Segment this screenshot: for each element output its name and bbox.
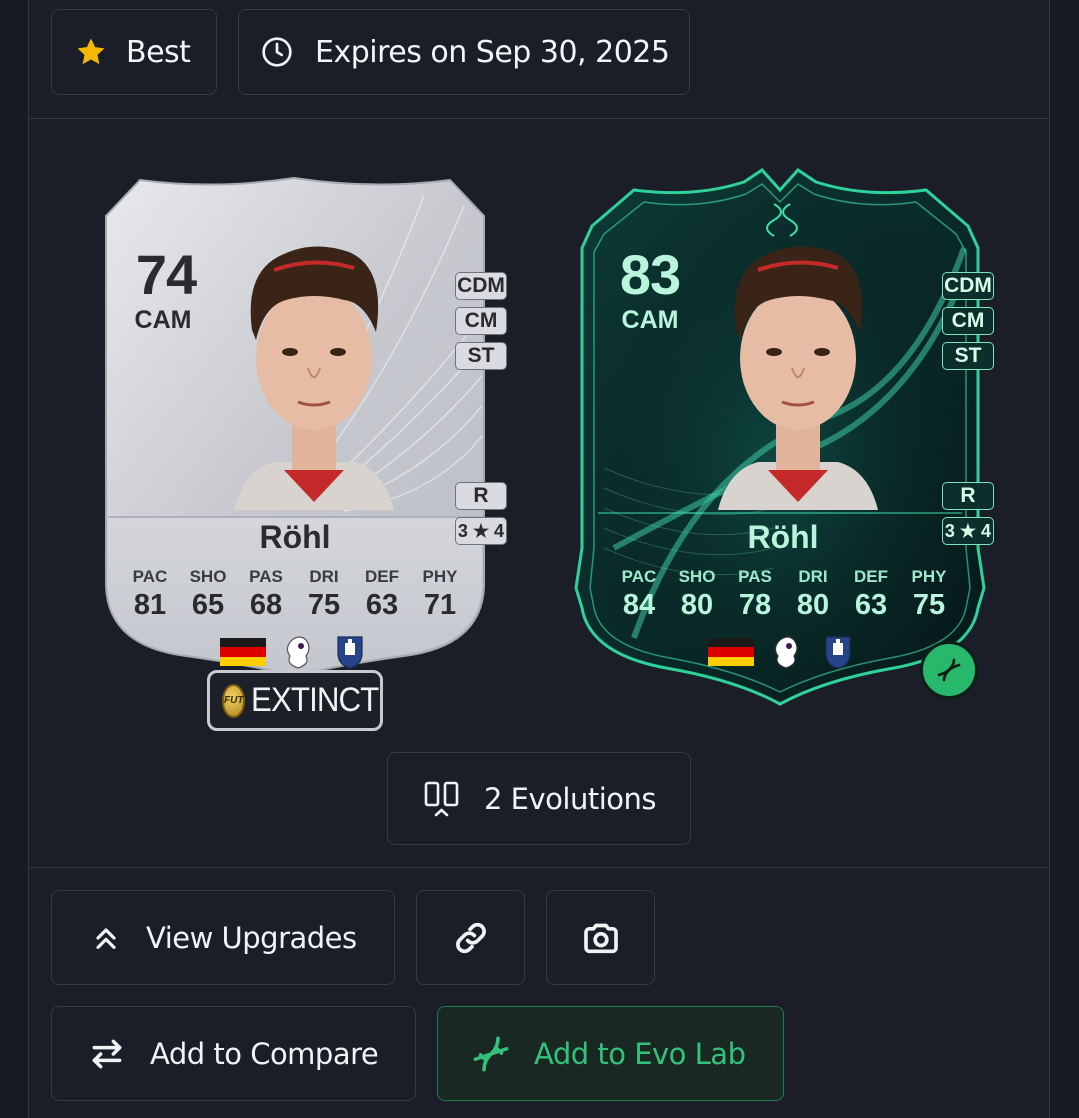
fut-coin-icon: FUT xyxy=(222,683,246,718)
stat-label: DRI xyxy=(798,567,828,586)
add-to-compare-label: Add to Compare xyxy=(150,1036,379,1071)
stat-value: 78 xyxy=(738,589,772,621)
stat-label: PAS xyxy=(249,567,283,586)
stat-value: 80 xyxy=(680,589,714,621)
club-crest-icon xyxy=(337,636,363,669)
stat-label: PAS xyxy=(738,567,772,586)
copy-link-button[interactable] xyxy=(416,890,525,985)
club-crest-icon xyxy=(825,636,851,669)
stat-label: SHO xyxy=(678,567,716,586)
star-icon xyxy=(74,35,108,69)
add-to-compare-button[interactable]: Add to Compare xyxy=(51,1006,416,1101)
card-rating: 74 xyxy=(135,243,197,306)
best-label: Best xyxy=(126,34,191,70)
evolutions-label: 2 Evolutions xyxy=(484,781,657,816)
card-position: CAM xyxy=(134,306,192,334)
stat-value: 63 xyxy=(365,589,399,621)
stat-value: 81 xyxy=(133,589,167,621)
view-upgrades-label: View Upgrades xyxy=(146,920,357,955)
preferred-foot-badge: R xyxy=(942,482,994,510)
player-card-base[interactable]: 74 CAM CDM CM ST R 3 ★ 4 Röhl PAC SHO PA… xyxy=(104,176,507,681)
link-icon xyxy=(451,918,491,958)
alt-position-badge: CDM xyxy=(455,272,507,300)
stat-label: PHY xyxy=(911,567,947,586)
alt-position-badge: ST xyxy=(942,342,994,370)
best-chip: Best xyxy=(51,9,217,95)
stat-label: SHO xyxy=(189,567,227,586)
card-position: CAM xyxy=(621,306,679,334)
extinct-label: EXTINCT xyxy=(251,681,379,719)
league-logo-icon xyxy=(286,636,310,669)
screenshot-button[interactable] xyxy=(546,890,655,985)
expires-chip: Expires on Sep 30, 2025 xyxy=(238,9,690,95)
header-divider xyxy=(28,118,1048,119)
alt-position-badge: CM xyxy=(942,307,994,335)
stat-value: 75 xyxy=(912,589,946,621)
stat-value: 84 xyxy=(622,589,656,621)
stat-label: DEF xyxy=(365,567,399,586)
stat-label: DRI xyxy=(309,567,339,586)
add-to-evo-lab-button[interactable]: Add to Evo Lab xyxy=(437,1006,784,1101)
extinct-badge: FUT EXTINCT xyxy=(207,670,383,731)
player-portrait xyxy=(234,246,394,510)
stat-label: DEF xyxy=(854,567,888,586)
alt-position-badge: CDM xyxy=(942,272,994,300)
player-card-evolved[interactable]: 83 CAM CDM CM ST R 3 ★ 4 Röhl PAC SHO PA… xyxy=(574,168,994,708)
dna-icon xyxy=(470,1033,512,1075)
stat-value: 63 xyxy=(854,589,888,621)
add-to-evo-lab-label: Add to Evo Lab xyxy=(534,1036,746,1071)
section-divider xyxy=(28,867,1048,868)
stat-value: 68 xyxy=(249,589,283,621)
swap-arrows-icon xyxy=(88,1035,126,1073)
expires-label: Expires on Sep 30, 2025 xyxy=(315,34,670,70)
stat-value: 80 xyxy=(796,589,830,621)
stat-value: 75 xyxy=(307,589,341,621)
player-name: Röhl xyxy=(259,519,331,555)
stat-label: PAC xyxy=(621,567,657,586)
league-logo-icon xyxy=(774,636,798,669)
view-upgrades-button[interactable]: View Upgrades xyxy=(51,890,395,985)
card-rating: 83 xyxy=(619,243,681,306)
stat-label: PAC xyxy=(132,567,168,586)
dna-icon xyxy=(937,658,961,682)
alt-position-badge: CM xyxy=(455,307,507,335)
evolutions-button[interactable]: 2 Evolutions xyxy=(387,752,691,845)
player-name: Röhl xyxy=(747,519,819,555)
stat-label: PHY xyxy=(422,567,458,586)
player-portrait xyxy=(718,246,878,510)
nation-flag-germany xyxy=(708,638,754,666)
columns-icon xyxy=(422,779,462,819)
alt-position-badge: ST xyxy=(455,342,507,370)
clock-icon xyxy=(261,36,293,68)
double-chevron-up-icon xyxy=(90,922,122,954)
stat-value: 65 xyxy=(191,589,225,621)
preferred-foot-badge: R xyxy=(455,482,507,510)
stat-value: 71 xyxy=(423,589,457,621)
fut-coin-text: FUT xyxy=(224,695,244,706)
evolution-dna-badge xyxy=(920,641,978,699)
camera-icon xyxy=(581,918,621,958)
nation-flag-germany xyxy=(220,638,266,666)
